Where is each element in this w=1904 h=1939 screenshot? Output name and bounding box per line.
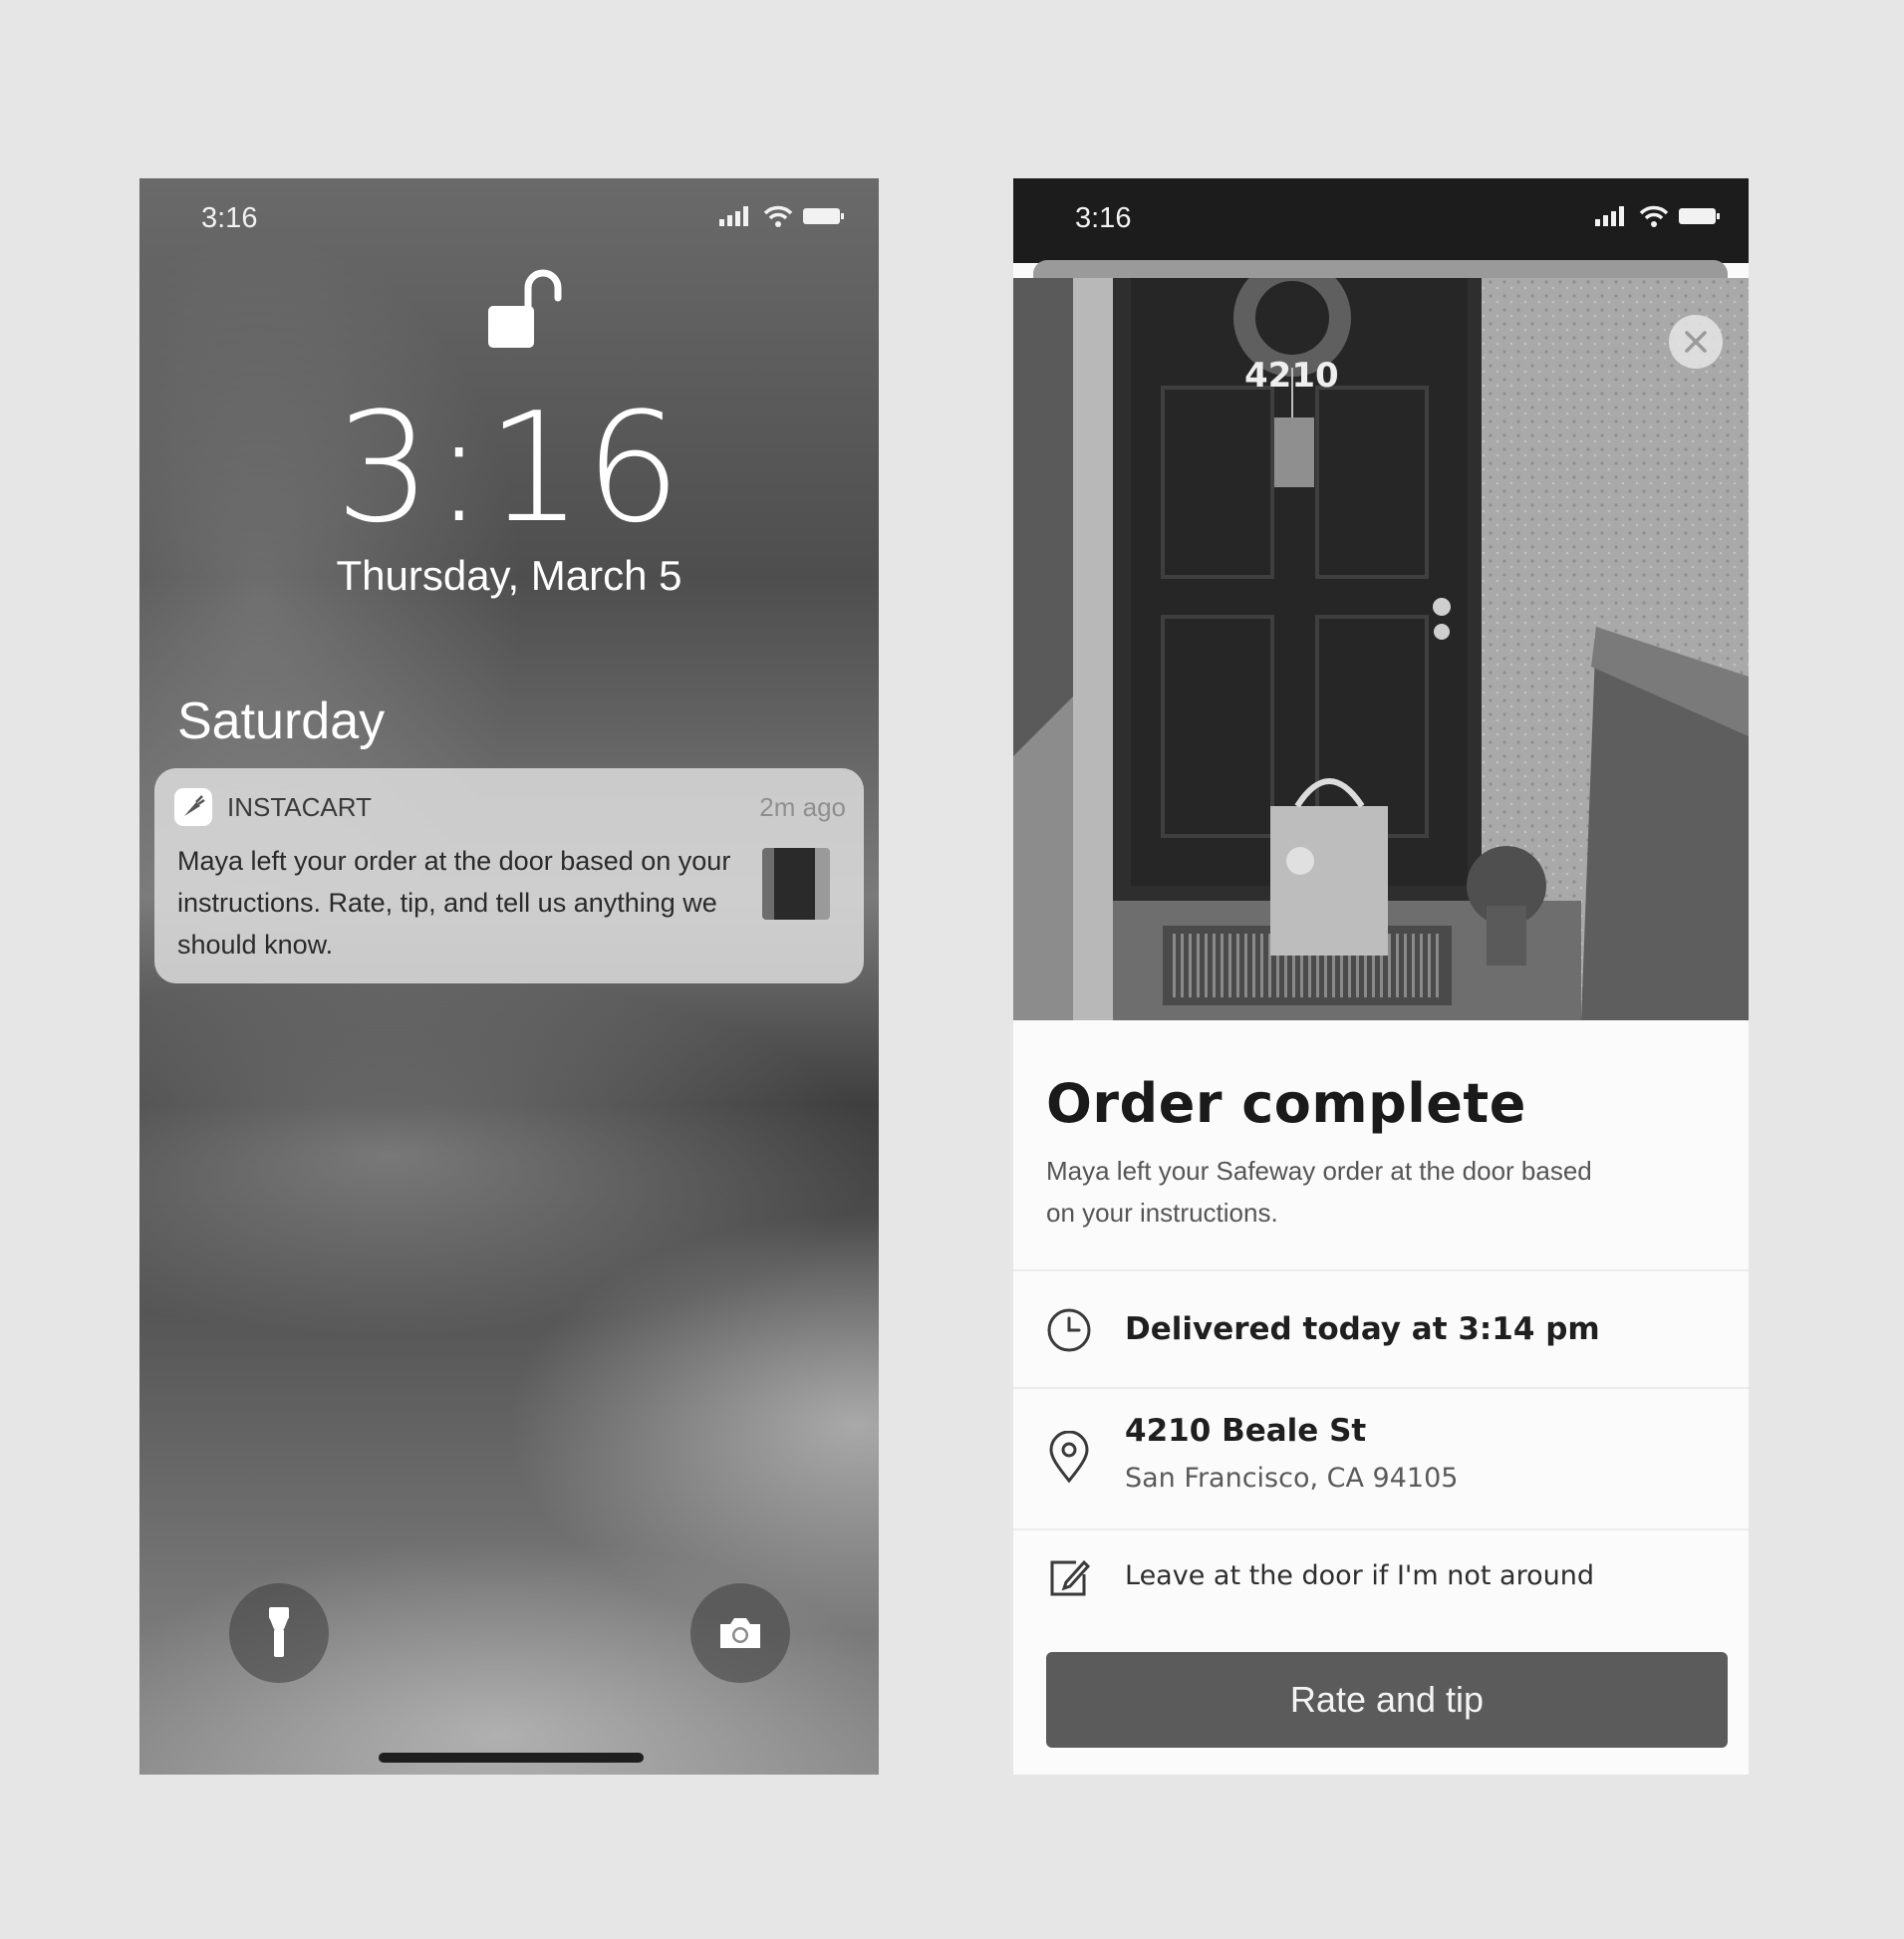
delivered-row: Delivered today at 3:14 pm	[1013, 1269, 1749, 1389]
flashlight-button[interactable]	[229, 1583, 329, 1683]
instructions-row[interactable]: Leave at the door if I'm not around	[1013, 1528, 1749, 1618]
delivered-time: Delivered today at 3:14 pm	[1125, 1311, 1600, 1347]
notification-day-header: Saturday	[177, 692, 386, 750]
camera-button[interactable]	[690, 1583, 790, 1683]
address-street: 4210 Beale St	[1125, 1413, 1367, 1449]
flashlight-icon	[269, 1607, 289, 1657]
lock-time: 3:16	[335, 380, 683, 556]
battery-icon	[803, 208, 844, 224]
door-number: 4210	[1244, 356, 1339, 396]
address-row: 4210 Beale St San Francisco, CA 94105	[1013, 1387, 1749, 1530]
delivery-photo: 4210	[1013, 278, 1749, 1020]
notification-app-name: INSTACART	[227, 792, 372, 822]
address-city: San Francisco, CA 94105	[1125, 1463, 1459, 1494]
signal-icon	[1595, 206, 1624, 226]
delivery-instructions: Leave at the door if I'm not around	[1125, 1560, 1594, 1591]
instacart-carrot-icon	[174, 788, 212, 826]
lock-screen: 3:16 3:16 Thursday, March 5 Saturday INS…	[139, 178, 879, 1775]
location-pin-icon	[1049, 1431, 1089, 1484]
notification-message: Maya left your order at the door based o…	[177, 846, 731, 960]
clock-icon	[1047, 1308, 1091, 1352]
order-title: Order complete	[1046, 1072, 1526, 1135]
signal-icon	[719, 206, 748, 226]
status-time: 3:16	[1075, 202, 1132, 234]
wifi-icon	[1639, 205, 1669, 227]
order-subtitle: Maya left your Safeway order at the door…	[1046, 1156, 1592, 1228]
wifi-icon	[763, 205, 793, 227]
status-icons	[719, 205, 845, 227]
notification-time: 2m ago	[759, 792, 846, 822]
status-time: 3:16	[201, 202, 258, 234]
unlock-icon	[488, 269, 562, 348]
home-indicator[interactable]	[379, 1753, 644, 1763]
order-complete-screen: 3:16 4210 Order complete Maya left your …	[1013, 178, 1749, 1775]
battery-icon	[1679, 208, 1720, 224]
notification-thumbnail	[762, 848, 830, 920]
instacart-notification[interactable]: INSTACART 2m ago Maya left your order at…	[154, 768, 864, 983]
close-icon	[1685, 331, 1707, 353]
lock-date: Thursday, March 5	[336, 552, 682, 599]
edit-icon	[1050, 1559, 1090, 1596]
status-icons	[1595, 205, 1721, 227]
rate-and-tip-button[interactable]: Rate and tip	[1046, 1652, 1728, 1748]
camera-icon	[720, 1618, 760, 1648]
canvas: 3:16 3:16 Thursday, March 5 Saturday INS…	[0, 0, 1904, 1939]
close-button[interactable]	[1669, 315, 1723, 369]
